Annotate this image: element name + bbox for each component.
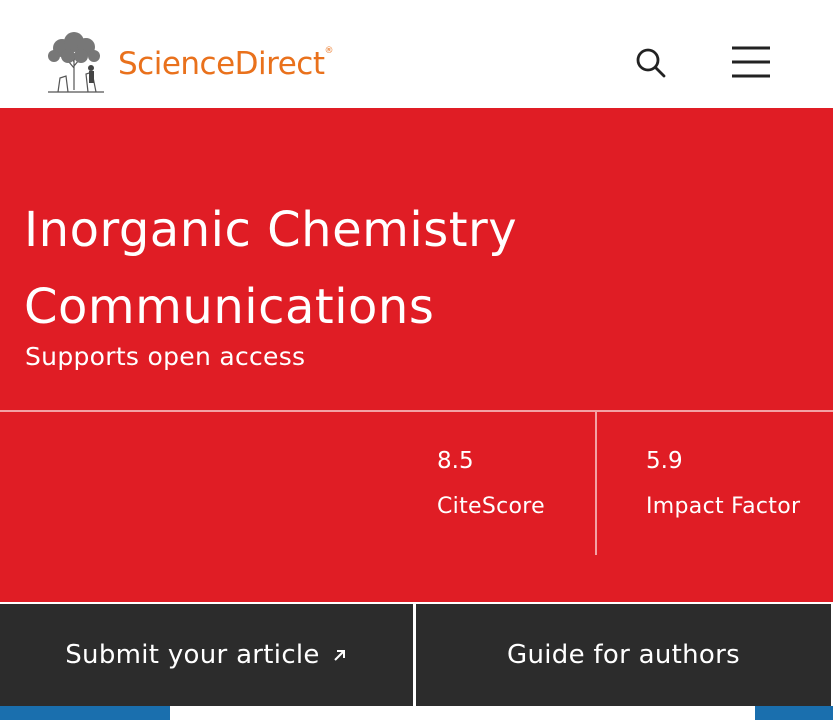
brand-registered-mark: ® xyxy=(324,45,334,56)
site-header: ScienceDirect® xyxy=(0,0,833,108)
submit-article-label: Submit your article xyxy=(65,640,320,670)
elsevier-tree-icon xyxy=(48,32,104,93)
metrics-column-divider xyxy=(595,412,597,555)
metrics-top-divider xyxy=(0,410,833,412)
open-access-label: Supports open access xyxy=(25,342,306,371)
journal-title: Inorganic Chemistry Communications xyxy=(24,202,518,335)
next-section-left-strip xyxy=(0,706,170,720)
guide-for-authors-label: Guide for authors xyxy=(507,640,740,670)
search-button[interactable] xyxy=(630,43,670,83)
impact-factor-value: 5.9 xyxy=(646,448,683,474)
hamburger-menu-icon xyxy=(732,46,770,78)
brand-name: ScienceDirect xyxy=(118,45,325,82)
author-actions: Submit your article Guide for authors xyxy=(0,602,833,706)
guide-for-authors-button[interactable]: Guide for authors xyxy=(416,604,831,706)
citescore-metric[interactable]: 8.5 CiteScore xyxy=(437,448,545,519)
external-arrow-icon xyxy=(334,650,345,661)
menu-button[interactable] xyxy=(728,43,774,83)
submit-article-button[interactable]: Submit your article xyxy=(0,604,413,706)
journal-hero: Inorganic Chemistry Communications Suppo… xyxy=(0,108,833,602)
impact-factor-metric[interactable]: 5.9 Impact Factor xyxy=(646,448,800,519)
next-section-right-strip xyxy=(755,706,833,720)
citescore-label: CiteScore xyxy=(437,494,545,519)
search-icon xyxy=(636,48,666,78)
citescore-value: 8.5 xyxy=(437,448,474,474)
impact-factor-label: Impact Factor xyxy=(646,494,801,519)
sciencedirect-logo-link[interactable]: ScienceDirect® xyxy=(38,30,333,94)
